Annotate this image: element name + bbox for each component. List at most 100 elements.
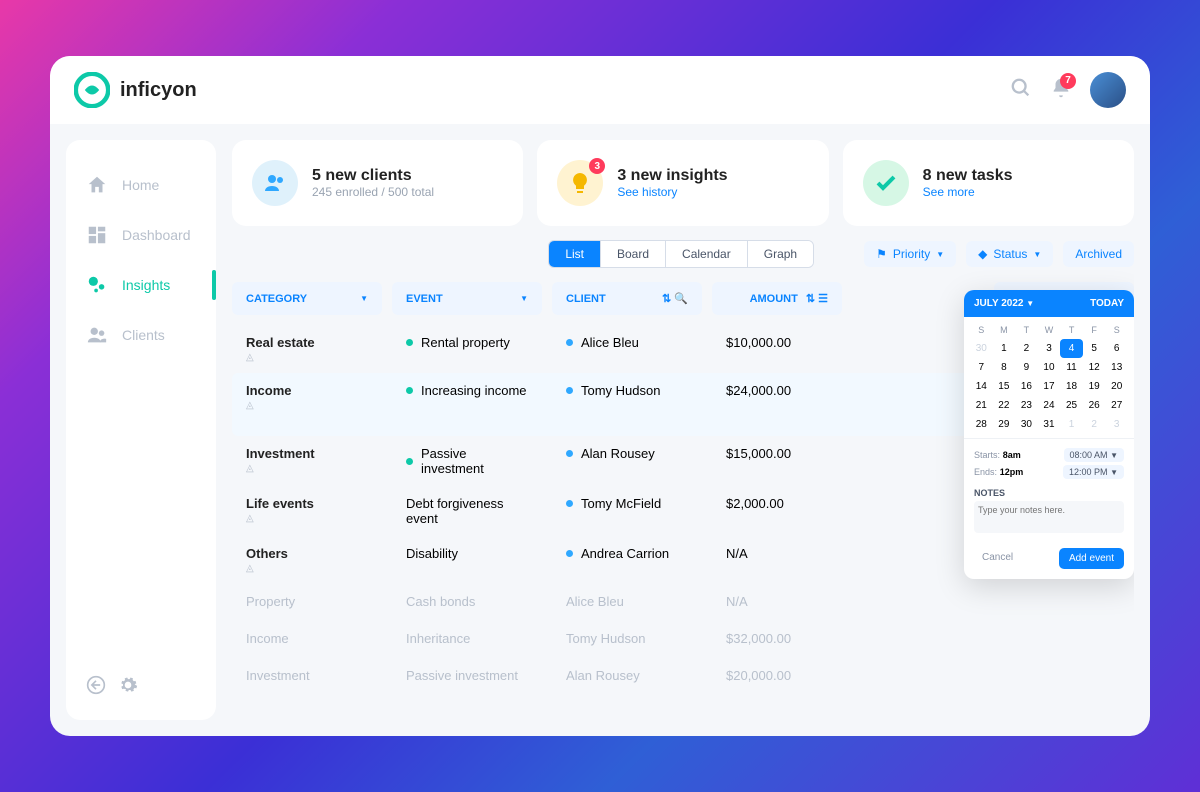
- dp-header: JULY 2022 ▼ TODAY: [964, 290, 1134, 317]
- dp-footer: Cancel Add event: [964, 542, 1134, 579]
- chevron-down-icon: ▼: [1110, 451, 1118, 460]
- dp-today[interactable]: TODAY: [1090, 298, 1124, 309]
- col-client[interactable]: CLIENT⇅ 🔍: [552, 282, 702, 315]
- col-event[interactable]: EVENT▼: [392, 282, 542, 315]
- dp-day[interactable]: 24: [1038, 396, 1061, 415]
- dp-day[interactable]: 1: [1060, 415, 1083, 434]
- category-meta-icons: ◬: [246, 463, 368, 474]
- category-meta-icons: ◬: [246, 513, 368, 524]
- dp-day[interactable]: 1: [993, 339, 1016, 358]
- dp-day[interactable]: 2: [1015, 339, 1038, 358]
- cell-client: Tomy McField: [552, 496, 702, 511]
- controls-row: List Board Calendar Graph ⚑Priority▼ ◆St…: [232, 240, 1134, 268]
- filter-priority[interactable]: ⚑Priority▼: [864, 241, 956, 267]
- cell-client: Tomy Hudson: [552, 383, 702, 398]
- dp-day[interactable]: 14: [970, 377, 993, 396]
- nav-home[interactable]: Home: [66, 160, 216, 210]
- tab-graph[interactable]: Graph: [748, 241, 813, 267]
- dp-add-button[interactable]: Add event: [1059, 548, 1124, 569]
- dp-day[interactable]: 3: [1038, 339, 1061, 358]
- table-row[interactable]: PropertyCash bondsAlice BleuN/A: [232, 584, 1134, 621]
- dp-day[interactable]: 28: [970, 415, 993, 434]
- nav-label: Dashboard: [122, 227, 191, 243]
- dp-day[interactable]: 10: [1038, 358, 1061, 377]
- dp-day[interactable]: 13: [1105, 358, 1128, 377]
- card-link[interactable]: See history: [617, 185, 727, 199]
- brand: inficyon: [74, 72, 197, 108]
- dp-times: Starts: 8am 08:00 AM ▼ Ends: 12pm 12:00 …: [964, 438, 1134, 488]
- filter-status[interactable]: ◆Status▼: [966, 241, 1053, 267]
- dp-day[interactable]: 19: [1083, 377, 1106, 396]
- dp-day[interactable]: 15: [993, 377, 1016, 396]
- dp-day[interactable]: 31: [1038, 415, 1061, 434]
- col-category[interactable]: CATEGORY▼: [232, 282, 382, 315]
- dp-day[interactable]: 25: [1060, 396, 1083, 415]
- dp-day[interactable]: 11: [1060, 358, 1083, 377]
- card-insights[interactable]: 3 3 new insights See history: [537, 140, 828, 226]
- grid-icon: [86, 224, 108, 246]
- dp-day[interactable]: 6: [1105, 339, 1128, 358]
- dp-day[interactable]: 9: [1015, 358, 1038, 377]
- chevron-down-icon: ▼: [1033, 250, 1041, 259]
- dp-day[interactable]: 5: [1083, 339, 1106, 358]
- dp-day[interactable]: 8: [993, 358, 1016, 377]
- tab-list[interactable]: List: [549, 241, 601, 267]
- dp-notes-input[interactable]: [974, 501, 1124, 533]
- dp-day[interactable]: 18: [1060, 377, 1083, 396]
- cell-client: Andrea Carrion: [552, 546, 702, 561]
- category-meta-icons: ◬: [246, 400, 368, 411]
- col-amount[interactable]: AMOUNT⇅ ☰: [712, 282, 842, 315]
- cell-client: Alan Rousey: [552, 446, 702, 461]
- bell-icon[interactable]: 7: [1050, 77, 1072, 104]
- tab-calendar[interactable]: Calendar: [666, 241, 748, 267]
- card-clients[interactable]: 5 new clients 245 enrolled / 500 total: [232, 140, 523, 226]
- filter-archived[interactable]: Archived: [1063, 241, 1134, 267]
- dp-end-select[interactable]: 12:00 PM ▼: [1063, 465, 1124, 479]
- dp-grid: SMTWTFS301234567891011121314151617181920…: [964, 317, 1134, 438]
- dp-day[interactable]: 4: [1060, 339, 1083, 358]
- nav-clients[interactable]: Clients: [66, 310, 216, 360]
- nav-insights[interactable]: Insights: [66, 260, 216, 310]
- avatar[interactable]: [1090, 72, 1126, 108]
- dp-end-row: Ends: 12pm 12:00 PM ▼: [974, 465, 1124, 479]
- dp-day[interactable]: 16: [1015, 377, 1038, 396]
- gear-icon[interactable]: [118, 675, 138, 700]
- table-row[interactable]: IncomeInheritanceTomy Hudson$32,000.00: [232, 621, 1134, 658]
- dp-day[interactable]: 20: [1105, 377, 1128, 396]
- nav-dashboard[interactable]: Dashboard: [66, 210, 216, 260]
- status-dot: [406, 387, 413, 394]
- dp-day[interactable]: 29: [993, 415, 1016, 434]
- dp-day[interactable]: 12: [1083, 358, 1106, 377]
- table-row[interactable]: InvestmentPassive investmentAlan Rousey$…: [232, 658, 1134, 695]
- dp-dow: S: [970, 321, 993, 339]
- search-icon[interactable]: [1010, 77, 1032, 104]
- cell-amount: $20,000.00: [712, 668, 842, 683]
- card-title: 5 new clients: [312, 167, 434, 185]
- dp-day[interactable]: 7: [970, 358, 993, 377]
- card-title: 8 new tasks: [923, 167, 1013, 185]
- dp-day[interactable]: 30: [1015, 415, 1038, 434]
- dp-start-select[interactable]: 08:00 AM ▼: [1064, 448, 1124, 462]
- cell-amount: $2,000.00: [712, 496, 842, 511]
- cell-amount: $24,000.00: [712, 383, 842, 398]
- logout-icon[interactable]: [86, 675, 106, 700]
- dp-day[interactable]: 30: [970, 339, 993, 358]
- dp-day[interactable]: 3: [1105, 415, 1128, 434]
- card-title: 3 new insights: [617, 167, 727, 185]
- dp-day[interactable]: 27: [1105, 396, 1128, 415]
- dp-month[interactable]: JULY 2022 ▼: [974, 298, 1034, 309]
- dp-day[interactable]: 22: [993, 396, 1016, 415]
- card-link[interactable]: See more: [923, 185, 1013, 199]
- dp-day[interactable]: 26: [1083, 396, 1106, 415]
- datepicker: JULY 2022 ▼ TODAY SMTWTFS301234567891011…: [964, 290, 1134, 579]
- dp-day[interactable]: 21: [970, 396, 993, 415]
- bulb-icon: 3: [557, 160, 603, 206]
- dp-day[interactable]: 23: [1015, 396, 1038, 415]
- cell-category: Others◬: [232, 546, 382, 574]
- tab-board[interactable]: Board: [601, 241, 666, 267]
- dp-day[interactable]: 17: [1038, 377, 1061, 396]
- dp-day[interactable]: 2: [1083, 415, 1106, 434]
- card-tasks[interactable]: 8 new tasks See more: [843, 140, 1134, 226]
- dp-cancel-button[interactable]: Cancel: [974, 548, 1021, 569]
- chevron-down-icon: ▼: [360, 294, 368, 303]
